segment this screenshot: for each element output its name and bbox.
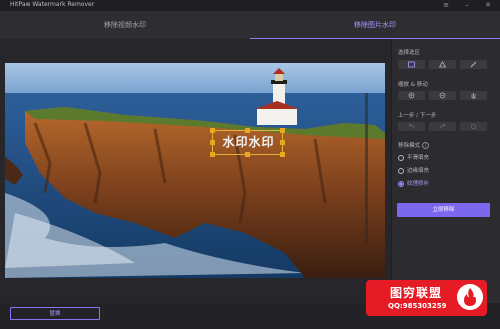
mode-smooth-fill-label: 平滑填充 [407, 155, 430, 161]
resize-handle-top-left[interactable] [210, 128, 215, 133]
mode-edge-fill-label: 边缘填充 [407, 168, 430, 174]
close-icon[interactable]: ✕ [482, 0, 494, 11]
brush-select-button[interactable] [460, 60, 487, 69]
remove-now-button[interactable]: 立即移除 [397, 203, 490, 217]
removal-mode-text: 移除模式 [398, 143, 421, 149]
reset-button[interactable] [460, 122, 487, 131]
mode-texture-repair[interactable]: 纹理修补 [398, 179, 429, 187]
zoom-out-button[interactable] [429, 91, 456, 100]
radio-icon [398, 154, 404, 161]
resize-handle-top[interactable] [245, 128, 250, 133]
mode-edge-fill[interactable]: 边缘填充 [398, 166, 429, 174]
resize-handle-bottom-left[interactable] [210, 152, 215, 157]
mode-smooth-fill[interactable]: 平滑填充 [398, 153, 429, 161]
undo-icon [408, 123, 414, 129]
rectangle-select-icon [408, 61, 415, 68]
radio-icon [398, 167, 404, 174]
hand-move-icon [471, 93, 476, 99]
polygon-select-icon [438, 61, 447, 68]
hand-move-button[interactable] [460, 91, 487, 100]
removal-mode-label: 移除模式? [398, 141, 430, 149]
lighthouse-photo [5, 63, 385, 278]
resize-handle-bottom-right[interactable] [280, 152, 285, 157]
redo-button[interactable] [429, 122, 456, 131]
help-icon[interactable]: ? [422, 142, 430, 149]
resize-handle-left[interactable] [210, 140, 215, 145]
tab-remove-image-watermark[interactable]: 移除图片水印 [250, 11, 500, 39]
mode-texture-repair-label: 纹理修补 [407, 181, 430, 187]
undo-redo-label: 上一步 / 下一步 [398, 113, 437, 119]
flame-logo-icon [457, 284, 483, 310]
zoom-move-label: 缩放 & 移动 [398, 82, 428, 88]
zoom-out-icon [439, 92, 446, 99]
menu-icon[interactable]: ≡ [440, 0, 452, 11]
replace-button[interactable]: 替换 [10, 307, 100, 320]
resize-handle-top-right[interactable] [280, 128, 285, 133]
rectangle-select-button[interactable] [398, 60, 425, 69]
resize-handle-bottom[interactable] [245, 152, 250, 157]
brand-qq: QQ:985303259 [388, 302, 447, 310]
reset-icon [470, 123, 477, 130]
polygon-select-button[interactable] [429, 60, 456, 69]
app-title: HitPaw Watermark Remover [10, 1, 95, 8]
redo-icon [440, 123, 446, 129]
brand-name: 图穷联盟 [390, 286, 443, 300]
title-bar: HitPaw Watermark Remover ≡ – ✕ [0, 0, 500, 11]
zoom-in-button[interactable] [398, 91, 425, 100]
brush-select-icon [470, 61, 477, 68]
mode-tabs: 移除视频水印 移除图片水印 [0, 11, 500, 39]
minimize-icon[interactable]: – [461, 0, 473, 11]
radio-selected-icon [398, 180, 404, 187]
resize-handle-right[interactable] [280, 140, 285, 145]
select-area-label: 选择选区 [398, 50, 421, 56]
brand-watermark-banner: 图穷联盟 QQ:985303259 [366, 280, 487, 316]
zoom-in-icon [408, 92, 415, 99]
undo-button[interactable] [398, 122, 425, 131]
tab-remove-video-watermark[interactable]: 移除视频水印 [0, 11, 250, 39]
watermark-text: 水印水印 [222, 135, 275, 149]
